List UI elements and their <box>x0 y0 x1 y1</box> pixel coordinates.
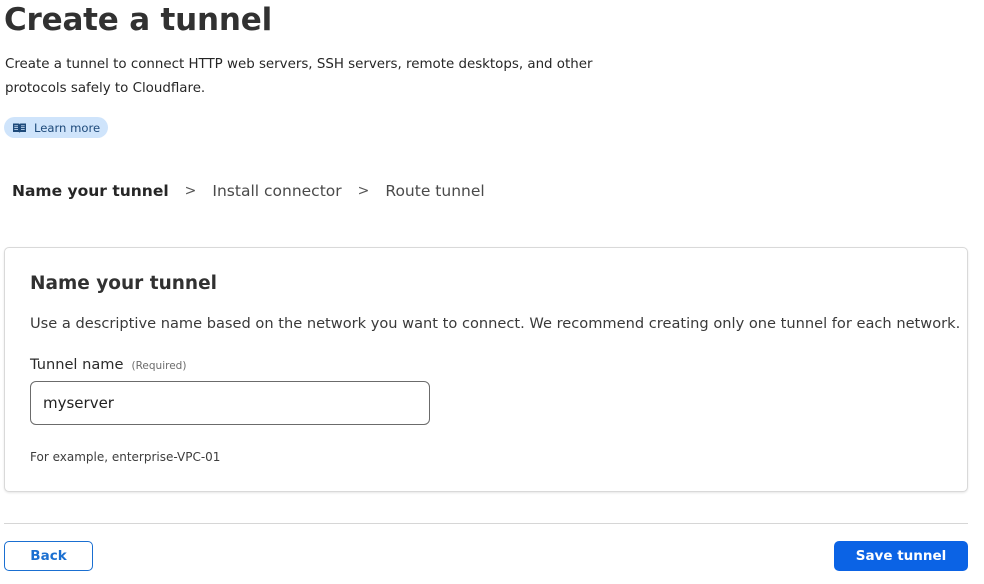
footer-divider <box>4 523 968 524</box>
name-tunnel-card: Name your tunnel Use a descriptive name … <box>4 247 968 492</box>
card-description: Use a descriptive name based on the netw… <box>30 315 961 332</box>
tunnel-name-label-text: Tunnel name <box>30 356 124 373</box>
stepper-breadcrumb: Name your tunnel > Install connector > R… <box>12 182 485 200</box>
card-title: Name your tunnel <box>30 273 217 294</box>
required-indicator: (Required) <box>131 360 187 372</box>
tunnel-name-hint: For example, enterprise-VPC-01 <box>30 450 221 464</box>
step-name-tunnel: Name your tunnel <box>12 182 169 200</box>
tunnel-name-label: Tunnel name (Required) <box>30 356 186 373</box>
learn-more-link[interactable]: Learn more <box>4 117 109 138</box>
step-separator: > <box>357 183 370 199</box>
step-route-tunnel: Route tunnel <box>385 182 485 200</box>
step-install-connector: Install connector <box>212 182 342 200</box>
step-separator: > <box>184 183 197 199</box>
tunnel-name-input[interactable] <box>30 381 430 425</box>
learn-more-label: Learn more <box>34 120 101 135</box>
create-tunnel-page: Create a tunnel Create a tunnel to conne… <box>0 0 984 584</box>
back-button[interactable]: Back <box>4 541 93 571</box>
book-icon <box>12 122 27 134</box>
page-title: Create a tunnel <box>4 2 273 38</box>
page-description: Create a tunnel to connect HTTP web serv… <box>5 57 593 96</box>
save-tunnel-button[interactable]: Save tunnel <box>834 541 968 571</box>
